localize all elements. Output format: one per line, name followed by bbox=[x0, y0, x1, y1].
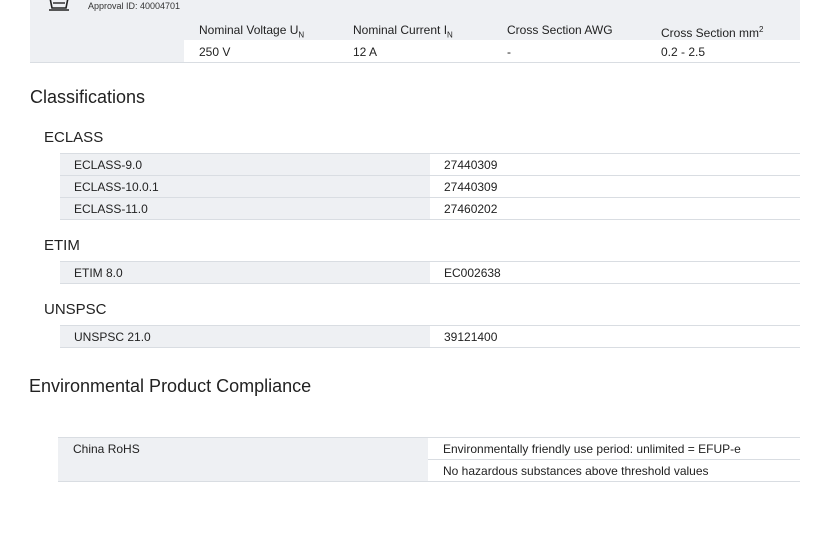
value-cross-section-awg: - bbox=[507, 45, 511, 59]
etim-row-value: EC002638 bbox=[444, 266, 501, 280]
value-nominal-current: 12 A bbox=[353, 45, 378, 59]
header-cross-section-mm2: Cross Section mm2 bbox=[661, 25, 764, 40]
etim-title: ETIM bbox=[44, 237, 80, 254]
ratings-value-row bbox=[184, 40, 800, 63]
table-divider bbox=[60, 283, 800, 284]
unspsc-row-value: 39121400 bbox=[444, 330, 498, 344]
eclass-title: ECLASS bbox=[44, 129, 104, 146]
eclass-row-label: ECLASS-11.0 bbox=[74, 202, 148, 216]
value-nominal-voltage: 250 V bbox=[199, 45, 231, 59]
eclass-row-label: ECLASS-9.0 bbox=[74, 158, 143, 172]
etim-row-label: ETIM 8.0 bbox=[74, 266, 123, 280]
ratings-header-spacer bbox=[30, 18, 184, 41]
ratings-value-spacer bbox=[30, 40, 184, 63]
eclass-row-label: ECLASS-10.0.1 bbox=[74, 180, 159, 194]
table-divider bbox=[60, 219, 800, 220]
unspsc-title: UNSPSC bbox=[44, 301, 107, 318]
approval-mark-icon bbox=[47, 0, 71, 12]
environmental-title: Environmental Product Compliance bbox=[29, 376, 312, 396]
unspsc-row-label: UNSPSC 21.0 bbox=[74, 330, 151, 344]
header-cross-section-awg: Cross Section AWG bbox=[507, 23, 613, 37]
header-nominal-voltage: Nominal Voltage UN bbox=[199, 23, 305, 40]
table-divider bbox=[58, 481, 800, 482]
china-rohs-label: China RoHS bbox=[73, 442, 140, 456]
china-rohs-value: Environmentally friendly use period: unl… bbox=[443, 442, 741, 456]
eclass-row-value: 27440309 bbox=[444, 158, 498, 172]
eclass-row-value: 27460202 bbox=[444, 202, 498, 216]
header-nominal-current: Nominal Current IN bbox=[353, 23, 453, 40]
eclass-row-value: 27440309 bbox=[444, 180, 498, 194]
china-rohs-value: No hazardous substances above threshold … bbox=[443, 464, 709, 478]
table-divider bbox=[60, 347, 800, 348]
approval-id: Approval ID: 40004701 bbox=[88, 1, 181, 11]
value-cross-section-mm2: 0.2 - 2.5 bbox=[661, 45, 706, 59]
classifications-title: Classifications bbox=[30, 87, 146, 107]
